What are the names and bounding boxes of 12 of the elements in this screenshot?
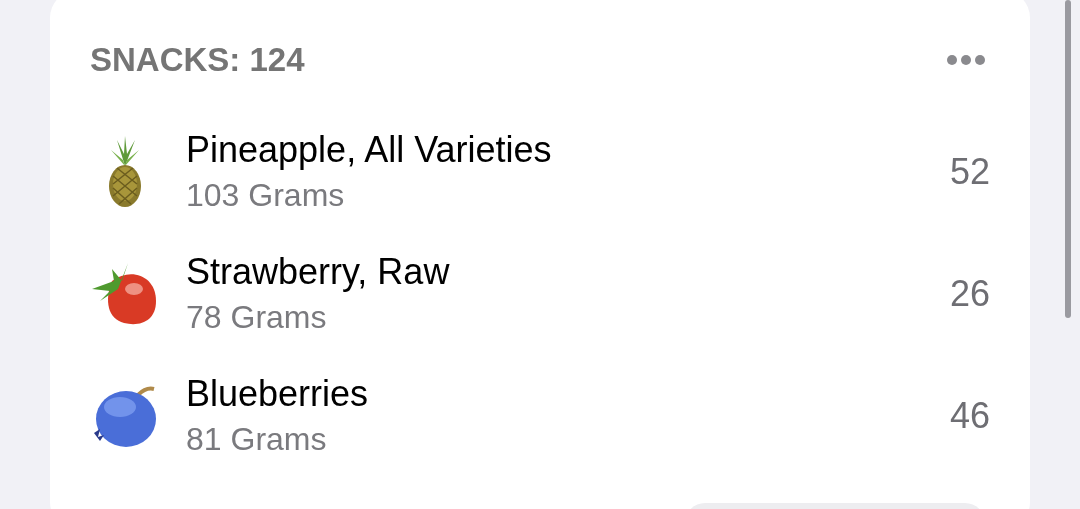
- scrollbar[interactable]: [1065, 0, 1071, 318]
- more-icon[interactable]: [947, 55, 985, 65]
- food-amount: 103 Grams: [186, 176, 346, 215]
- food-amount: 81 Grams: [186, 420, 328, 459]
- calorie-value: 52: [949, 150, 990, 194]
- food-name: Blueberries: [186, 372, 370, 416]
- food-name: Pineapple, All Varieties: [186, 128, 553, 172]
- calorie-value: 46: [949, 394, 990, 438]
- food-name: Strawberry, Raw: [186, 250, 451, 294]
- calorie-value: 26: [949, 272, 990, 316]
- food-amount: 78 Grams: [186, 298, 328, 337]
- card-title: SNACKS: 124: [90, 40, 305, 81]
